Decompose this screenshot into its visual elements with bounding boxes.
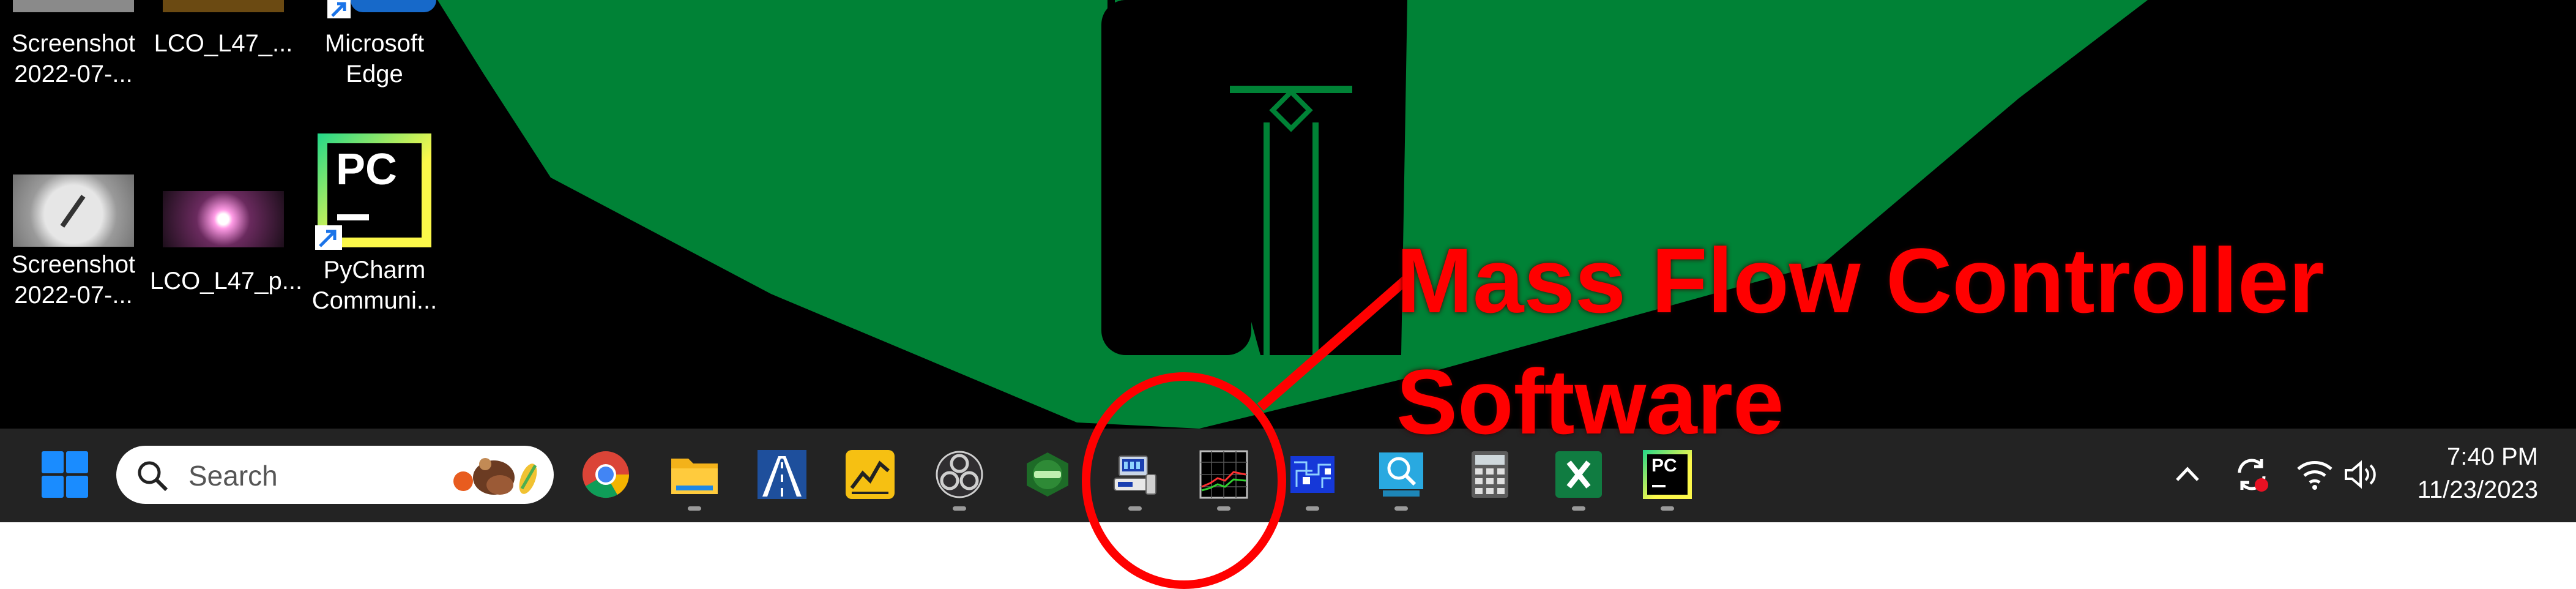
shortcut-arrow-icon [315,225,342,250]
volume-icon[interactable] [2342,458,2379,491]
desktop: Screenshot 2022-07-... LCO_L47_... Micro… [0,0,2576,429]
calculator-icon[interactable] [1465,450,1514,499]
flow-chart-monitor-icon[interactable] [1199,450,1248,499]
taskbar: Search PC 7:40 PM 11/23/2023 [0,429,2576,522]
sync-icon[interactable] [2232,454,2273,495]
clock-time[interactable]: 7:40 PM [2447,443,2538,471]
chevron-up-icon[interactable] [2172,459,2203,490]
gauge-screenshot-thumbnail [13,174,134,247]
mass-flow-device-icon[interactable] [1111,450,1160,499]
desktop-icon-lco-l47-1[interactable]: LCO_L47_... [150,0,297,59]
pycharm-icon-text: PC [1651,456,1677,476]
stock-chart-app-icon[interactable] [846,450,895,499]
running-indicator [1128,506,1142,511]
wallpaper-figure [1101,0,1407,355]
pycharm-icon-text: PC [336,145,398,194]
desktop-icon-screenshot-2[interactable]: Screenshot 2022-07-... [0,174,147,310]
search-placeholder: Search [188,460,278,492]
shortcut-arrow-icon [327,0,351,18]
desktop-icon-label: LCO_L47_... [154,30,293,57]
magnifier-app-icon[interactable] [1377,450,1426,499]
wifi-icon[interactable] [2296,458,2334,491]
search-box[interactable]: Search [116,446,554,504]
running-indicator [953,506,966,511]
running-indicator [1217,506,1230,511]
desktop-icon-microsoft-edge[interactable]: Microsoft Edge [301,0,448,89]
pycharm-taskbar-icon[interactable]: PC [1643,450,1692,499]
file-explorer-icon[interactable] [670,450,719,499]
clock-date[interactable]: 11/23/2023 [2418,476,2538,504]
annotation-label: Mass Flow Controller [1396,229,2325,332]
edge-icon [314,0,436,18]
video-thumbnail [163,0,284,12]
desktop-icon-label: Screenshot [11,251,136,278]
running-indicator [1572,506,1585,511]
circuit-app-icon[interactable] [1288,450,1337,499]
desktop-icon-pycharm[interactable]: PC PyCharm Communi... [301,133,448,316]
search-icon [138,461,168,492]
desktop-icon-label: Microsoft [324,30,425,57]
desktop-icon-lco-l47-2[interactable]: LCO_L47_p... [150,191,303,296]
obs-studio-icon[interactable] [935,450,984,499]
thanksgiving-highlight-icon [453,458,537,495]
screenshot-thumbnail [13,0,134,12]
running-indicator [1394,506,1408,511]
running-indicator [1306,506,1319,511]
excel-icon[interactable] [1554,450,1603,499]
video-thumbnail [163,191,284,247]
desktop-icon-label: Edge [346,61,403,88]
chrome-icon[interactable] [581,450,630,499]
green-badge-app-icon[interactable] [1023,450,1072,499]
desktop-icon-screenshot-1[interactable]: Screenshot 2022-07-... [0,0,147,89]
pycharm-icon: PC [315,133,431,250]
below-taskbar-area [0,522,2576,589]
running-indicator [1661,506,1674,511]
running-indicator [688,506,701,511]
desktop-icon-label: Screenshot [11,30,136,57]
desktop-icon-label: Communi... [311,287,437,314]
desktop-icon-label: 2022-07-... [14,61,133,88]
start-button[interactable] [40,450,89,499]
desktop-icon-label: LCO_L47_p... [150,268,303,294]
desktop-icon-label: PyCharm [323,257,426,283]
road-app-icon[interactable] [758,450,806,499]
desktop-icon-label: 2022-07-... [14,282,133,309]
annotation-label: Software [1396,350,1784,453]
windows-logo-icon [42,451,88,498]
